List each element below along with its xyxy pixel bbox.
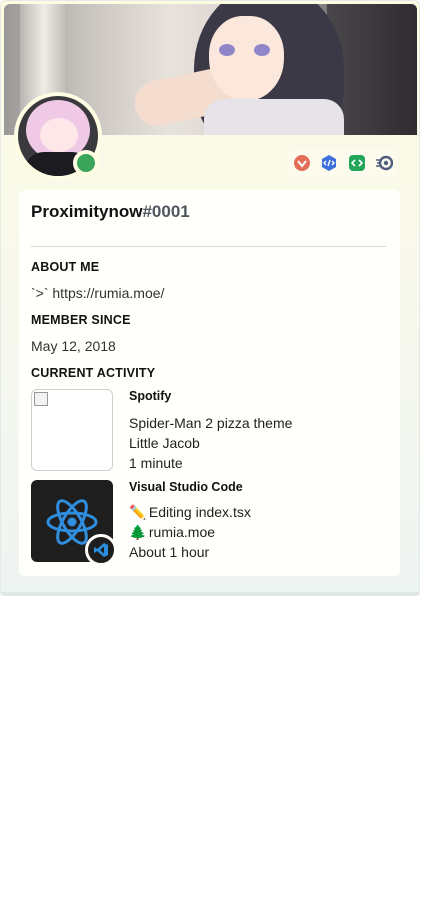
tree-icon: 🌲 bbox=[129, 524, 147, 540]
pencil-icon: ✏️ bbox=[129, 504, 147, 520]
current-activity-heading: CURRENT ACTIVITY bbox=[31, 366, 156, 380]
about-me-heading: ABOUT ME bbox=[31, 260, 100, 274]
activity-elapsed: About 1 hour bbox=[129, 544, 210, 560]
username-tag[interactable]: Proximitynow#0001 bbox=[31, 202, 190, 222]
activity-details: Editing index.tsx bbox=[148, 504, 251, 520]
code-icon[interactable] bbox=[348, 154, 366, 172]
discriminator: #0001 bbox=[142, 202, 190, 221]
username: Proximitynow bbox=[31, 202, 143, 221]
nitro-icon[interactable] bbox=[375, 154, 394, 172]
profile-card: Proximitynow#0001 ABOUT ME `>` https://r… bbox=[0, 0, 420, 596]
vscode-icon bbox=[85, 534, 117, 566]
activity-state: rumia.moe bbox=[148, 524, 216, 540]
about-me-text: `>` https://rumia.moe/ bbox=[31, 285, 165, 301]
member-since-heading: MEMBER SINCE bbox=[31, 313, 131, 327]
badge-list bbox=[288, 149, 398, 177]
activity-app-name: Spotify bbox=[129, 389, 172, 403]
activity-elapsed: 1 minute bbox=[129, 455, 183, 471]
activity-state-line: 🌲 rumia.moe bbox=[129, 524, 215, 541]
divider bbox=[31, 246, 386, 247]
activity-app-name: Visual Studio Code bbox=[129, 480, 243, 494]
album-art-image bbox=[31, 389, 113, 471]
activity-spotify[interactable]: Spotify Spider-Man 2 pizza theme Little … bbox=[31, 389, 391, 473]
hypesquad-icon[interactable] bbox=[293, 154, 311, 172]
activity-state: Little Jacob bbox=[129, 435, 200, 451]
profile-info-panel: Proximitynow#0001 ABOUT ME `>` https://r… bbox=[19, 190, 400, 576]
online-status-indicator bbox=[73, 150, 99, 176]
activity-details: Spider-Man 2 pizza theme bbox=[129, 415, 293, 431]
member-since-date: May 12, 2018 bbox=[31, 338, 116, 354]
activity-vscode[interactable]: Visual Studio Code ✏️ Editing index.tsx … bbox=[31, 480, 391, 566]
activity-details-line: ✏️ Editing index.tsx bbox=[129, 504, 251, 521]
active-developer-icon[interactable] bbox=[320, 154, 338, 172]
broken-image-icon bbox=[34, 392, 48, 406]
